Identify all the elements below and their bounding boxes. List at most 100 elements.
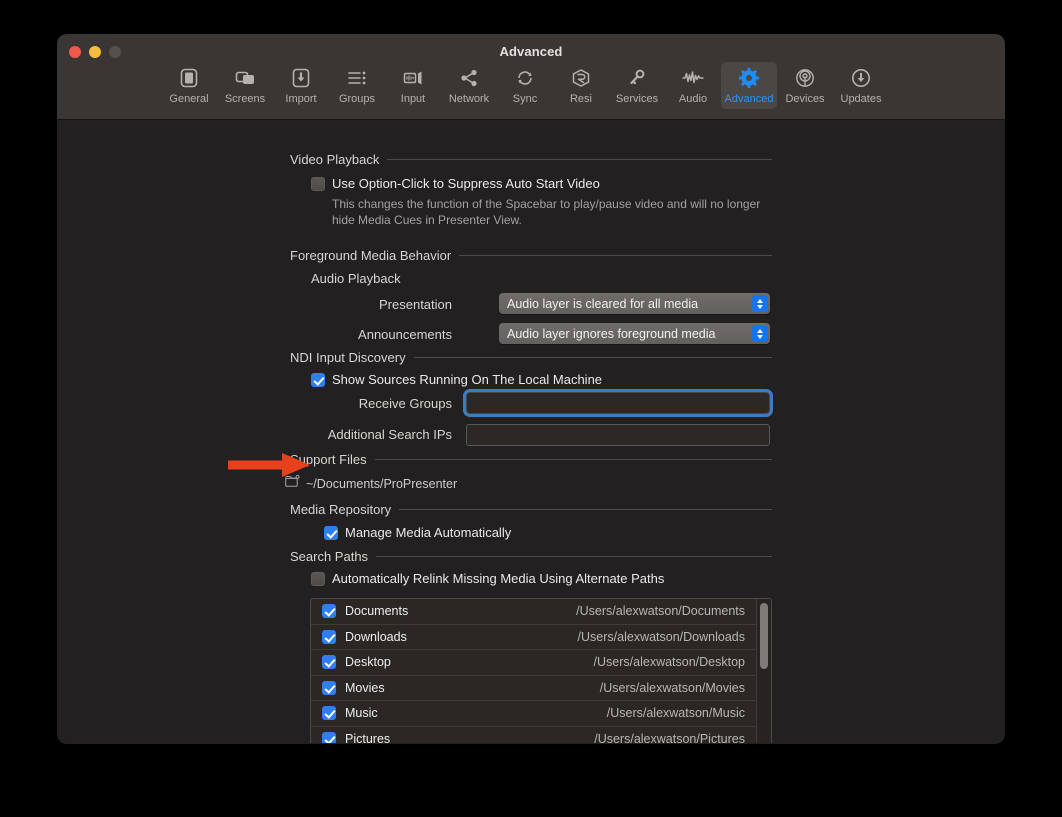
checkbox-checked-icon[interactable] xyxy=(322,731,336,743)
section-divider xyxy=(459,255,772,256)
screens-icon xyxy=(234,66,256,90)
section-divider xyxy=(399,509,772,510)
tab-devices[interactable]: Devices xyxy=(777,62,833,109)
receive-groups-input[interactable] xyxy=(466,392,770,414)
checkbox-checked-icon[interactable] xyxy=(324,525,338,540)
presentation-dropdown[interactable]: Audio layer is cleared for all media xyxy=(499,293,770,314)
table-row[interactable]: Movies /Users/alexwatson/Movies xyxy=(311,676,771,701)
tab-label: Input xyxy=(400,93,426,105)
support-files-path-row[interactable]: ~/Documents/ProPresenter xyxy=(285,474,458,493)
manage-media-automatically-checkbox-row[interactable]: Manage Media Automatically xyxy=(324,525,511,540)
path-value: /Users/alexwatson/Documents xyxy=(576,604,745,619)
gear-icon xyxy=(738,66,760,90)
section-media-repository: Media Repository xyxy=(290,502,772,517)
table-row[interactable]: Downloads /Users/alexwatson/Downloads xyxy=(311,625,771,650)
checkbox-label: Show Sources Running On The Local Machin… xyxy=(332,372,603,387)
auto-relink-checkbox-row[interactable]: Automatically Relink Missing Media Using… xyxy=(311,571,664,586)
table-row[interactable]: Desktop /Users/alexwatson/Desktop xyxy=(311,650,771,676)
path-name: Pictures xyxy=(345,731,391,743)
services-key-icon xyxy=(626,66,648,90)
table-row[interactable]: Documents /Users/alexwatson/Documents xyxy=(311,599,771,625)
updates-download-icon xyxy=(850,66,872,90)
path-name: Downloads xyxy=(345,629,407,644)
tab-groups[interactable]: Groups xyxy=(329,62,385,109)
table-row[interactable]: Music /Users/alexwatson/Music xyxy=(311,701,771,727)
announcements-dropdown[interactable]: Audio layer ignores foreground media xyxy=(499,323,770,344)
devices-antenna-icon xyxy=(794,66,816,90)
tab-input[interactable]: Input xyxy=(385,62,441,109)
path-name: Music xyxy=(345,706,378,721)
checkbox-checked-icon[interactable] xyxy=(322,629,336,644)
tab-network[interactable]: Network xyxy=(441,62,497,109)
checkbox-checked-icon[interactable] xyxy=(322,604,336,619)
section-foreground-media-behavior: Foreground Media Behavior xyxy=(290,248,772,263)
window-title: Advanced xyxy=(499,44,563,59)
tab-screens[interactable]: Screens xyxy=(217,62,273,109)
chevron-updown-icon[interactable] xyxy=(752,295,768,312)
tab-general[interactable]: General xyxy=(161,62,217,109)
tab-label: Devices xyxy=(785,93,825,105)
video-playback-help-text: This changes the function of the Spaceba… xyxy=(332,197,761,227)
path-name: Movies xyxy=(345,680,385,695)
tab-label: Groups xyxy=(338,93,376,105)
tab-resi[interactable]: Resi xyxy=(553,62,609,109)
chevron-updown-icon[interactable] xyxy=(752,325,768,342)
audio-waveform-icon xyxy=(681,66,705,90)
tab-services[interactable]: Services xyxy=(609,62,665,109)
tab-label: Resi xyxy=(569,93,592,105)
tab-label: Services xyxy=(615,93,659,105)
tab-label: Import xyxy=(285,93,317,105)
section-divider xyxy=(374,459,772,460)
scrollbar-thumb[interactable] xyxy=(760,603,768,669)
tab-label: Network xyxy=(448,93,490,105)
sync-icon xyxy=(514,66,536,90)
section-title: NDI Input Discovery xyxy=(290,350,406,365)
section-ndi-input-discovery: NDI Input Discovery xyxy=(290,350,772,365)
checkbox-unchecked-icon[interactable] xyxy=(311,571,325,586)
checkbox-checked-icon[interactable] xyxy=(322,680,336,695)
tab-audio[interactable]: Audio xyxy=(665,62,721,109)
section-video-playback: Video Playback xyxy=(290,152,772,167)
resi-icon xyxy=(570,66,592,90)
tab-label: Updates xyxy=(840,93,882,105)
tab-sync[interactable]: Sync xyxy=(497,62,553,109)
path-value: /Users/alexwatson/Downloads xyxy=(577,629,745,644)
path-value: /Users/alexwatson/Movies xyxy=(599,680,745,695)
path-name: Desktop xyxy=(345,655,391,670)
announcements-label: Announcements xyxy=(358,327,452,342)
search-paths-list[interactable]: Documents /Users/alexwatson/Documents Do… xyxy=(310,598,772,743)
section-support-files: Support Files xyxy=(290,452,772,467)
advanced-settings-pane: Video Playback Use Option-Click to Suppr… xyxy=(57,120,1005,743)
list-scrollbar[interactable] xyxy=(756,599,771,743)
path-name: Documents xyxy=(345,604,409,619)
tab-label: General xyxy=(169,93,209,105)
section-divider xyxy=(376,556,772,557)
checkbox-checked-icon[interactable] xyxy=(322,655,336,670)
tab-import[interactable]: Import xyxy=(273,62,329,109)
additional-search-ips-label: Additional Search IPs xyxy=(327,427,452,442)
suppress-auto-start-video-checkbox-row[interactable]: Use Option-Click to Suppress Auto Start … xyxy=(311,176,600,191)
path-value: /Users/alexwatson/Desktop xyxy=(593,655,745,670)
path-value: /Users/alexwatson/Pictures xyxy=(594,731,745,743)
support-files-path: ~/Documents/ProPresenter xyxy=(306,477,458,491)
network-icon xyxy=(458,66,480,90)
checkbox-unchecked-icon[interactable] xyxy=(311,176,325,191)
input-icon xyxy=(402,66,424,90)
window-toolbar: Advanced General Screens Import Groups I… xyxy=(57,34,1005,120)
receive-groups-label: Receive Groups xyxy=(358,396,452,411)
presentation-label: Presentation xyxy=(379,297,452,312)
table-row[interactable]: Pictures /Users/alexwatson/Pictures xyxy=(311,727,771,743)
tab-advanced[interactable]: Advanced xyxy=(721,62,777,109)
tab-label: Sync xyxy=(512,93,538,105)
tab-label: Advanced xyxy=(724,93,774,105)
general-icon xyxy=(178,66,200,90)
show-local-sources-checkbox-row[interactable]: Show Sources Running On The Local Machin… xyxy=(311,372,602,387)
path-value: /Users/alexwatson/Music xyxy=(606,706,745,721)
checkbox-checked-icon[interactable] xyxy=(322,706,336,721)
tab-updates[interactable]: Updates xyxy=(833,62,889,109)
section-title: Foreground Media Behavior xyxy=(290,248,452,263)
checkbox-checked-icon[interactable] xyxy=(311,372,325,387)
checkbox-label: Manage Media Automatically xyxy=(345,525,512,540)
section-divider xyxy=(413,357,772,358)
additional-search-ips-input[interactable] xyxy=(466,424,770,446)
